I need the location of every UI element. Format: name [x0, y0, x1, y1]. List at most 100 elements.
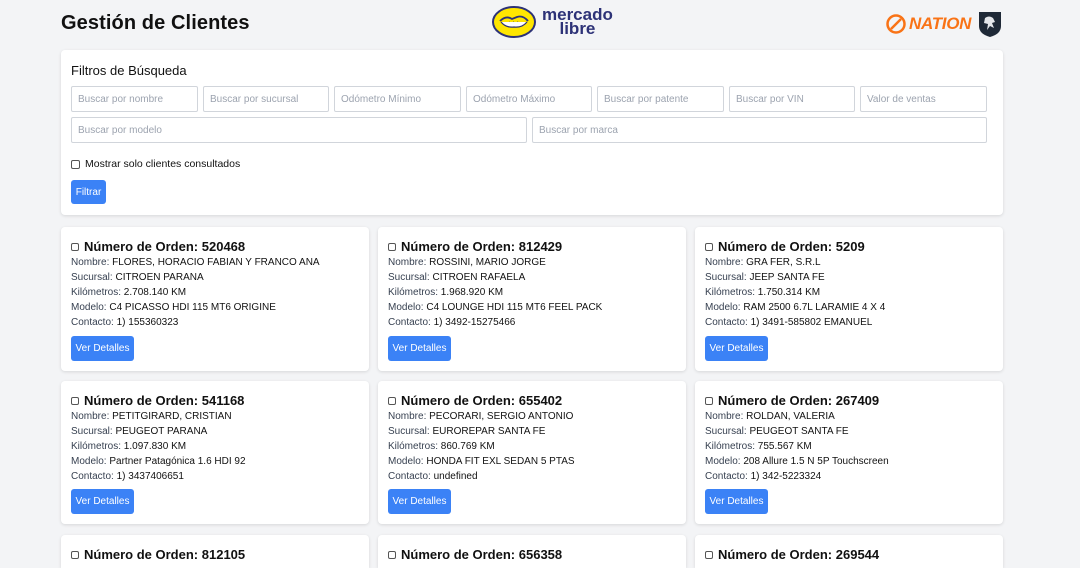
contact-value: 1) 3492-15275466	[433, 317, 516, 328]
name-label: Nombre:	[705, 411, 747, 422]
order-number: Número de Orden: 267409	[718, 393, 879, 408]
name-value: FLORES, HORACIO FABIAN Y FRANCO ANA	[112, 257, 320, 268]
km-label: Kilómetros:	[71, 287, 124, 298]
branch-value: JEEP SANTA FE	[749, 272, 825, 283]
card-select-checkbox[interactable]	[705, 550, 713, 559]
card-select-checkbox[interactable]	[71, 242, 79, 251]
branch-label: Sucursal:	[705, 272, 750, 283]
client-branch: Sucursal: JEEP SANTA FE	[705, 272, 825, 283]
order-value: 656358	[518, 547, 563, 562]
order-number: Número de Orden: 812105	[84, 547, 245, 562]
card-header: Número de Orden: 655402	[388, 393, 562, 408]
card-select-checkbox[interactable]	[705, 242, 713, 251]
name-label: Nombre:	[71, 411, 113, 422]
client-branch: Sucursal: PEUGEOT PARANA	[71, 426, 207, 437]
branch-value: PEUGEOT PARANA	[115, 426, 208, 437]
client-name: Nombre: PETITGIRARD, CRISTIAN	[71, 411, 232, 422]
client-model: Modelo: 208 Allure 1.5 N 5P Touchscreen	[705, 456, 889, 467]
client-contact: Contacto: undefined	[388, 471, 478, 482]
view-details-button[interactable]: Ver Detalles	[705, 336, 768, 361]
filters-title: Filtros de Búsqueda	[71, 63, 187, 78]
client-model: Modelo: C4 PICASSO HDI 115 MT6 ORIGINE	[71, 302, 276, 313]
model-value: 208 Allure 1.5 N 5P Touchscreen	[743, 456, 889, 467]
card-header: Número de Orden: 267409	[705, 393, 879, 408]
client-km: Kilómetros: 1.750.314 KM	[705, 287, 820, 298]
card-header: Número de Orden: 5209	[705, 239, 865, 254]
order-value: 812429	[518, 239, 563, 254]
client-card: Número de Orden: 269544	[695, 535, 1003, 568]
name-label: Nombre:	[705, 257, 747, 268]
contact-value: 1) 342-5223324	[750, 471, 822, 482]
filter-button[interactable]: Filtrar	[71, 180, 106, 204]
name-label: Nombre:	[71, 257, 113, 268]
peugeot-lion-icon	[979, 12, 1002, 37]
vin-search-input[interactable]	[729, 86, 855, 112]
name-value: ROSSINI, MARIO JORGE	[429, 257, 546, 268]
consulted-only-checkbox[interactable]	[71, 159, 80, 169]
odometer-min-input[interactable]	[334, 86, 461, 112]
km-label: Kilómetros:	[705, 441, 758, 452]
nation-wordmark: NATION	[909, 14, 972, 33]
client-contact: Contacto: 1) 3491-585802 EMANUEL	[705, 317, 872, 328]
client-branch: Sucursal: CITROEN PARANA	[71, 272, 204, 283]
order-prefix: Número de Orden:	[718, 547, 836, 562]
sales-value-input[interactable]	[860, 86, 987, 112]
client-km: Kilómetros: 1.097.830 KM	[71, 441, 186, 452]
consulted-only-checkbox-row[interactable]: Mostrar solo clientes consultados	[71, 158, 240, 170]
contact-label: Contacto:	[71, 471, 117, 482]
model-value: HONDA FIT EXL SEDAN 5 PTAS	[426, 456, 575, 467]
model-value: Partner Patagónica 1.6 HDI 92	[109, 456, 246, 467]
name-search-input[interactable]	[71, 86, 198, 112]
view-details-button[interactable]: Ver Detalles	[705, 489, 768, 514]
order-value: 541168	[201, 393, 245, 408]
view-details-button[interactable]: Ver Detalles	[388, 336, 451, 361]
branch-search-input[interactable]	[203, 86, 329, 112]
client-card: Número de Orden: 5209 Nombre: GRA FER, S…	[695, 227, 1003, 371]
mercado-libre-logo: mercado libre	[492, 6, 613, 38]
plate-search-input[interactable]	[597, 86, 724, 112]
view-details-button[interactable]: Ver Detalles	[388, 489, 451, 514]
client-model: Modelo: C4 LOUNGE HDI 115 MT6 FEEL PACK	[388, 302, 602, 313]
branch-value: CITROEN PARANA	[115, 272, 204, 283]
card-select-checkbox[interactable]	[71, 550, 79, 559]
handshake-icon	[492, 6, 536, 38]
view-details-button[interactable]: Ver Detalles	[71, 336, 134, 361]
search-filters-panel: Filtros de Búsqueda Mostrar solo cliente…	[61, 50, 1003, 215]
client-km: Kilómetros: 755.567 KM	[705, 441, 812, 452]
order-number: Número de Orden: 655402	[401, 393, 562, 408]
nation-logo: NATION	[886, 10, 1003, 38]
order-prefix: Número de Orden:	[401, 547, 519, 562]
card-select-checkbox[interactable]	[71, 396, 79, 405]
client-branch: Sucursal: EUROREPAR SANTA FE	[388, 426, 545, 437]
km-value: 755.567 KM	[757, 441, 812, 452]
contact-label: Contacto:	[71, 317, 117, 328]
card-select-checkbox[interactable]	[705, 396, 713, 405]
card-select-checkbox[interactable]	[388, 396, 396, 405]
order-number: Número de Orden: 812429	[401, 239, 562, 254]
order-prefix: Número de Orden:	[718, 239, 836, 254]
client-contact: Contacto: 1) 3492-15275466	[388, 317, 515, 328]
model-search-input[interactable]	[71, 117, 527, 143]
card-header: Número de Orden: 541168	[71, 393, 244, 408]
km-label: Kilómetros:	[71, 441, 124, 452]
order-prefix: Número de Orden:	[84, 239, 202, 254]
contact-value: 1) 155360323	[116, 317, 179, 328]
name-value: PETITGIRARD, CRISTIAN	[112, 411, 232, 422]
order-number: Número de Orden: 269544	[718, 547, 879, 562]
view-details-button[interactable]: Ver Detalles	[71, 489, 134, 514]
order-prefix: Número de Orden:	[84, 393, 202, 408]
branch-label: Sucursal:	[71, 272, 116, 283]
card-select-checkbox[interactable]	[388, 242, 396, 251]
client-name: Nombre: ROLDAN, VALERIA	[705, 411, 835, 422]
client-card: Número de Orden: 655402 Nombre: PECORARI…	[378, 381, 686, 524]
card-header: Número de Orden: 520468	[71, 239, 245, 254]
brand-search-input[interactable]	[532, 117, 987, 143]
km-label: Kilómetros:	[705, 287, 758, 298]
name-value: GRA FER, S.R.L	[746, 257, 821, 268]
card-select-checkbox[interactable]	[388, 550, 396, 559]
contact-value: undefined	[433, 471, 478, 482]
odometer-max-input[interactable]	[466, 86, 592, 112]
branch-label: Sucursal:	[388, 426, 433, 437]
order-value: 267409	[835, 393, 880, 408]
branch-value: PEUGEOT SANTA FE	[749, 426, 849, 437]
